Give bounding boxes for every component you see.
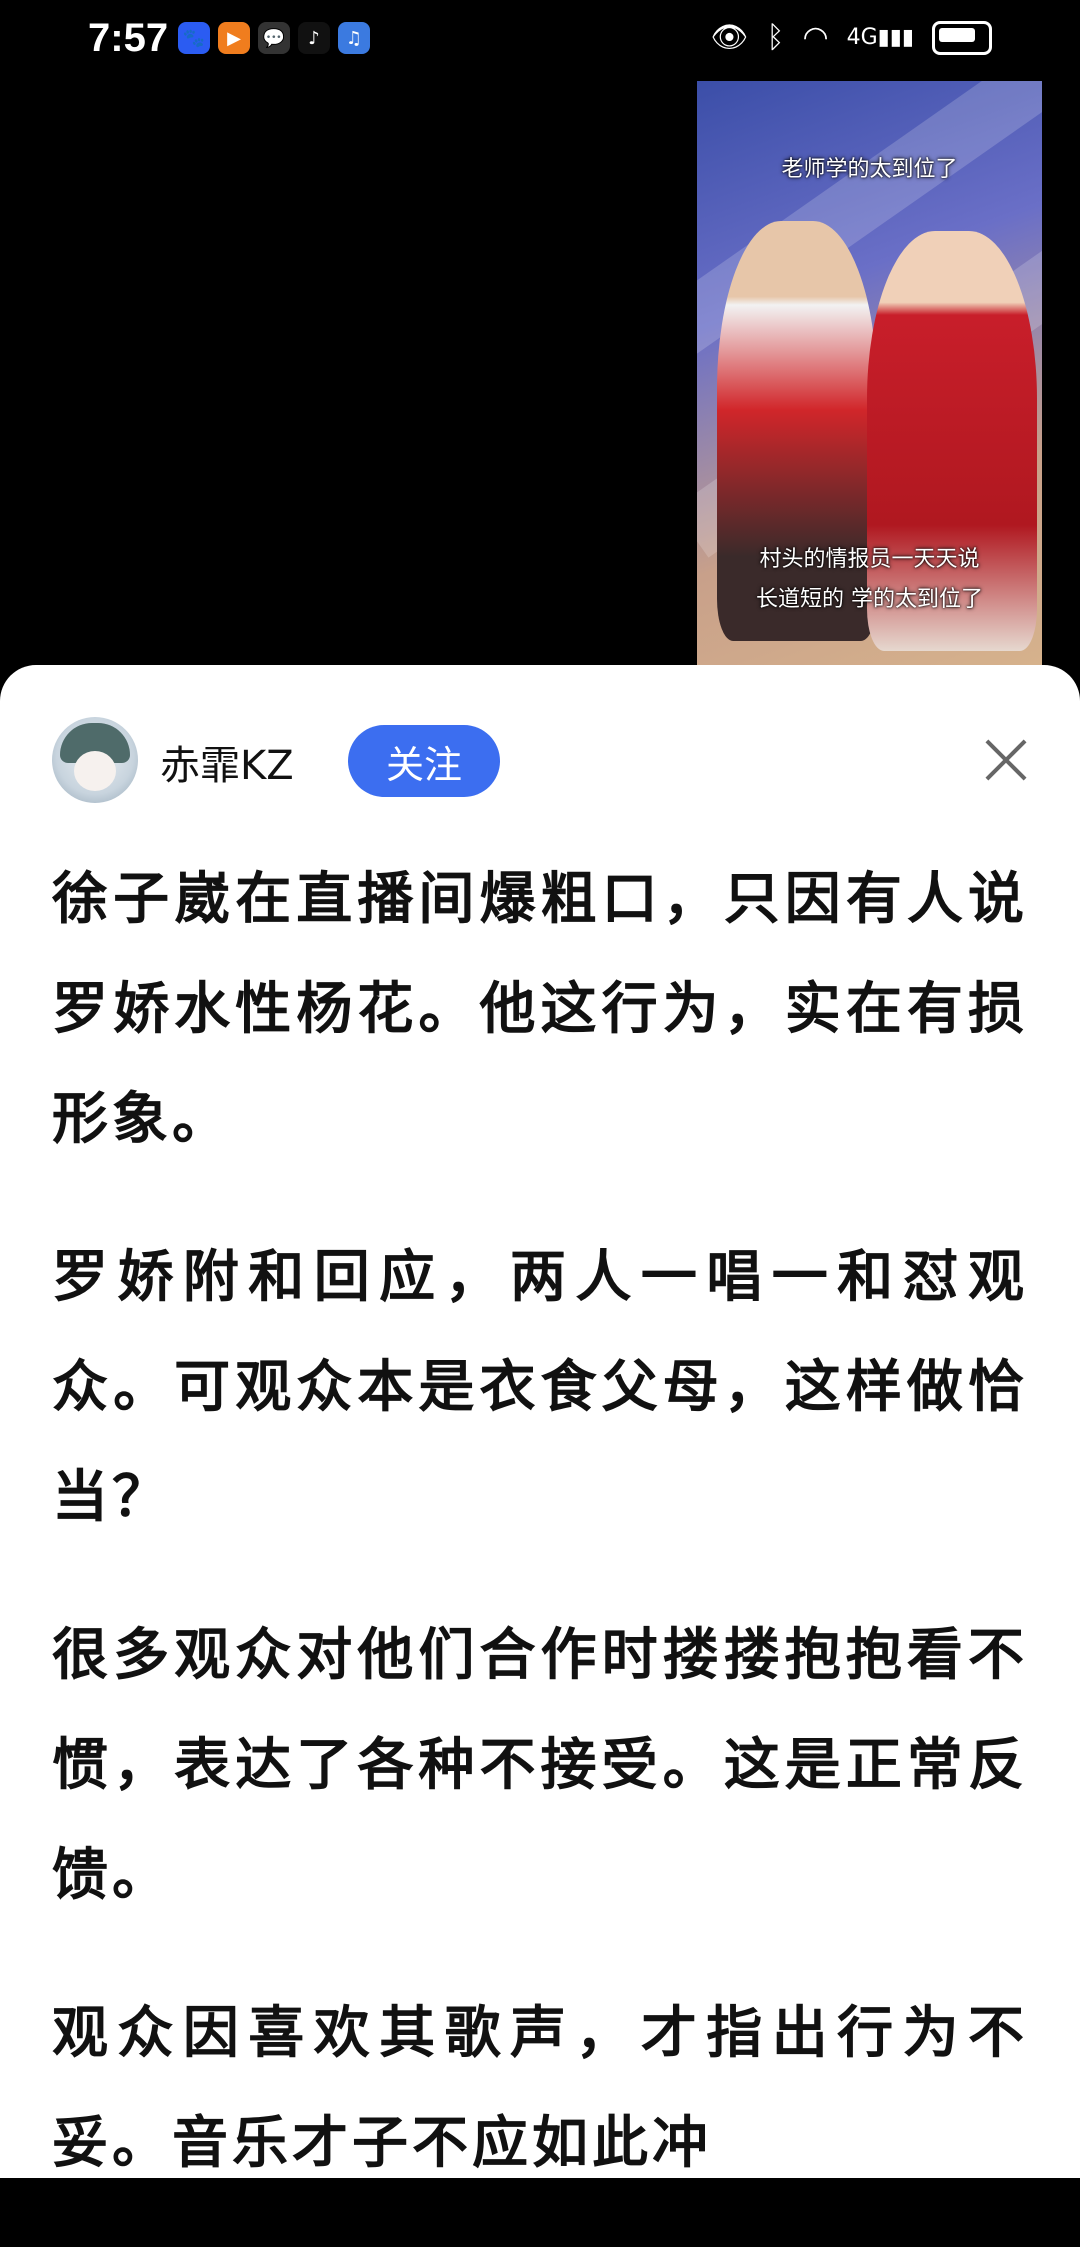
status-bar: 7:57 🐾 ▶ 💬 ♪ ♫ 👁 ᛒ ◠ 4G▮▮▮ xyxy=(0,0,1080,80)
article-paragraph: 罗娇附和回应，两人一唱一和怼观众。可观众本是衣食父母，这样做恰当？ xyxy=(52,1245,1028,1530)
baidu-icon: 🐾 xyxy=(178,22,210,54)
video-caption-line1: 村头的情报员一天天说 xyxy=(759,547,980,572)
signal-icon: 4G▮▮▮ xyxy=(846,25,914,50)
singer-male xyxy=(717,221,877,641)
video-caption-line2: 长道短的 学的太到位了 xyxy=(756,587,983,612)
eye-icon: 👁 xyxy=(710,20,749,55)
follow-button[interactable]: 关注 xyxy=(348,725,500,797)
notification-icons: 🐾 ▶ 💬 ♪ ♫ xyxy=(178,22,370,54)
comment-sheet: 赤霏KZ 关注 徐子崴在直播间爆粗口，只因有人说罗娇水性杨花。他这行为，实在有损… xyxy=(0,665,1080,2178)
video-caption-top: 老师学的太到位了 xyxy=(781,157,958,182)
music-icon: ♫ xyxy=(338,22,370,54)
tiktok-icon: ♪ xyxy=(298,22,330,54)
network-type-label: 4G xyxy=(846,25,878,50)
video-preview[interactable]: 老师学的太到位了 村头的情报员一天天说 长道短的 学的太到位了 xyxy=(697,81,1042,665)
system-status-icons: 👁 ᛒ ◠ 4G▮▮▮ xyxy=(710,18,992,58)
author-row: 赤霏KZ 关注 xyxy=(52,715,1032,805)
article-paragraph: 观众因喜欢其歌声，才指出行为不妥。音乐才子不应如此冲 xyxy=(52,2001,1028,2176)
wifi-icon: ◠ xyxy=(802,20,829,55)
article-paragraph: 徐子崴在直播间爆粗口，只因有人说罗娇水性杨花。他这行为，实在有损形象。 xyxy=(52,867,1028,1152)
avatar[interactable] xyxy=(52,717,138,803)
close-icon[interactable] xyxy=(980,733,1032,785)
bluetooth-icon: ᛒ xyxy=(766,20,785,55)
article-body: 徐子崴在直播间爆粗口，只因有人说罗娇水性杨花。他这行为，实在有损形象。 罗娇附和… xyxy=(52,845,1028,2247)
avatar-face xyxy=(74,751,116,791)
wechat-icon: 💬 xyxy=(258,22,290,54)
article-paragraph: 很多观众对他们合作时搂搂抱抱看不惯，表达了各种不接受。这是正常反馈。 xyxy=(52,1623,1028,1908)
battery-icon xyxy=(932,21,992,55)
video-icon: ▶ xyxy=(218,22,250,54)
status-time: 7:57 xyxy=(88,16,169,60)
author-name[interactable]: 赤霏KZ xyxy=(160,733,294,791)
